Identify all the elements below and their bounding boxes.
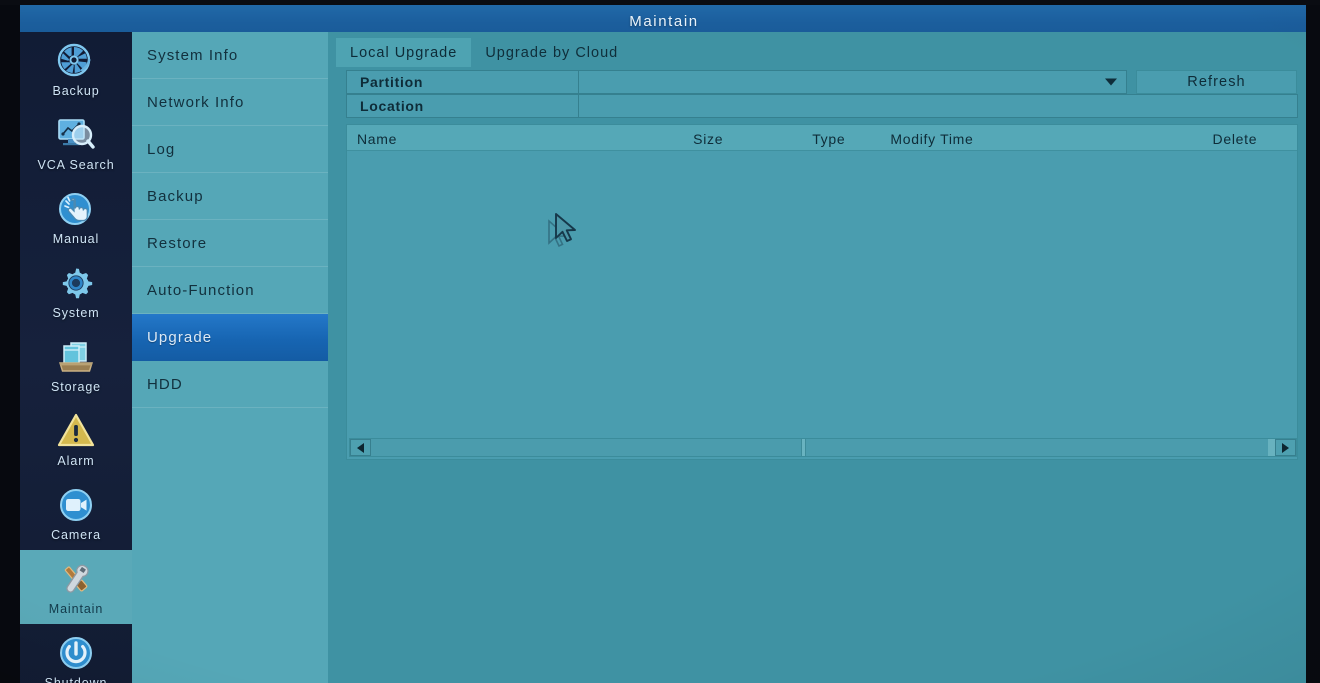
scrollbar-track[interactable] [371,439,1275,456]
submenu-label: Upgrade [147,329,213,346]
location-input[interactable] [579,94,1298,118]
submenu-item-upgrade[interactable]: Upgrade [132,314,328,361]
tab-local-upgrade[interactable]: Local Upgrade [336,38,472,67]
rail-item-system[interactable]: System [20,254,132,328]
upgrade-form: Partition Refresh Location [346,70,1298,118]
storage-box-icon [59,342,93,372]
submenu-label: System Info [147,46,239,64]
scrollbar-thumb-end[interactable] [1268,439,1275,456]
submenu-label: Network Info [147,93,245,111]
location-row: Location [346,94,1298,118]
scrollbar-thumb[interactable] [801,439,806,456]
main-content-pane: Local Upgrade Upgrade by Cloud Partition… [328,32,1308,683]
rail-item-camera[interactable]: Camera [20,476,132,550]
rail-label: Backup [52,84,100,98]
upgrade-tabs: Local Upgrade Upgrade by Cloud [336,38,632,67]
screen-bezel-top [0,0,1320,5]
file-list-body[interactable] [347,151,1297,436]
partition-label: Partition [346,70,579,94]
submenu-label: HDD [147,375,183,393]
hand-click-icon [59,193,91,225]
rail-label: Storage [50,380,102,394]
submenu-item-network-info[interactable]: Network Info [132,79,328,126]
warning-triangle-icon [57,413,95,447]
maintain-submenu: System Info Network Info Log Backup Rest… [132,32,328,683]
submenu-item-auto-function[interactable]: Auto-Function [132,267,328,314]
rail-item-maintain[interactable]: Maintain [20,550,132,624]
partition-select[interactable] [579,70,1127,94]
column-header-type: Type [812,131,846,147]
rail-label: Alarm [57,454,95,468]
location-label: Location [346,94,579,118]
tab-upgrade-by-cloud[interactable]: Upgrade by Cloud [471,38,632,67]
main-icon-rail: Backup VCA Search Manual System Storage … [20,32,132,683]
submenu-label: Auto-Function [147,281,255,299]
rail-item-shutdown[interactable]: Shutdown [20,624,132,683]
column-header-delete: Delete [1212,131,1258,147]
camera-icon [60,489,92,521]
chart-search-icon [58,119,95,149]
rail-label: Shutdown [44,676,108,683]
submenu-item-restore[interactable]: Restore [132,220,328,267]
scroll-left-arrow-icon[interactable] [350,439,371,456]
gear-icon [62,268,93,299]
submenu-label: Log [147,140,176,158]
rail-item-vca-search[interactable]: VCA Search [20,106,132,180]
scroll-right-arrow-icon[interactable] [1275,439,1296,456]
rail-label: Camera [51,528,101,542]
submenu-item-hdd[interactable]: HDD [132,361,328,408]
rail-label: VCA Search [37,158,115,172]
wrench-tools-icon [64,564,89,593]
column-header-name: Name [357,131,398,147]
submenu-item-system-info[interactable]: System Info [132,32,328,79]
film-reel-icon [57,43,91,77]
rail-item-alarm[interactable]: Alarm [20,402,132,476]
rail-label: System [52,306,100,320]
power-icon [60,637,92,669]
file-list-header: Name Size Type Modify Time Delete [347,125,1297,151]
rail-item-storage[interactable]: Storage [20,328,132,402]
column-header-size: Size [693,131,724,147]
submenu-item-log[interactable]: Log [132,126,328,173]
rail-item-backup[interactable]: Backup [20,32,132,106]
rail-label: Manual [52,232,100,246]
submenu-label: Restore [147,234,208,252]
rail-item-manual[interactable]: Manual [20,180,132,254]
nvr-screen-photo: Maintain Backup VCA Search Manual System… [0,0,1320,683]
chevron-down-icon [1105,78,1117,86]
horizontal-scrollbar[interactable] [349,438,1297,457]
screen-bezel-left [0,0,20,683]
screen-bezel-right [1306,0,1320,683]
nvr-ui-root: Maintain Backup VCA Search Manual System… [20,5,1308,683]
tab-label: Upgrade by Cloud [485,44,619,61]
column-header-modify-time: Modify Time [890,131,974,147]
window-title: Maintain [629,13,699,30]
submenu-label: Backup [147,187,204,205]
tab-label: Local Upgrade [350,44,458,61]
rail-label: Maintain [48,602,104,616]
refresh-button[interactable]: Refresh [1136,70,1297,94]
submenu-item-backup[interactable]: Backup [132,173,328,220]
partition-row: Partition Refresh [346,70,1298,94]
file-list-table: Name Size Type Modify Time Delete [346,124,1298,460]
